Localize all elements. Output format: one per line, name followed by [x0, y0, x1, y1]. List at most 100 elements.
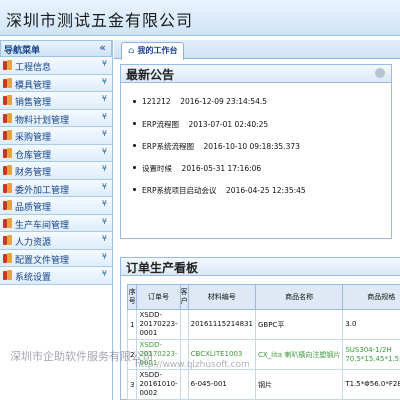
- sidebar-item[interactable]: 物料计划管理 ¥: [0, 109, 112, 127]
- notice-item[interactable]: 设置时候 2016-05-31 17:16:06: [133, 163, 261, 174]
- tab-bar: ⌂ 我的工作台: [114, 40, 400, 60]
- chevron-down-icon: ¥: [101, 129, 107, 138]
- app-window: 深圳市测试五金有限公司 导航菜单 « 工程信息 ¥ 模具管理 ¥ 销售管理 ¥ 物料计划管理…: [0, 0, 400, 400]
- notice-time: 2016-04-25 12:35:45: [226, 186, 306, 195]
- cell-customer: [179, 309, 189, 340]
- cell-no: 3: [126, 369, 138, 400]
- book-icon: [3, 252, 13, 263]
- chevron-down-icon: ¥: [101, 234, 107, 243]
- sidebar-item[interactable]: 委外加工管理 ¥: [0, 179, 112, 197]
- column-header[interactable]: 材料编号: [187, 284, 256, 310]
- collapse-sidebar-icon[interactable]: «: [99, 41, 106, 54]
- chevron-down-icon: ¥: [101, 111, 107, 121]
- orders-panel-title: 订单生产看板: [126, 261, 199, 275]
- book-icon: [3, 147, 13, 158]
- cell-spec: 3.0: [342, 309, 400, 340]
- sidebar-item-label: 采购管理: [15, 133, 52, 143]
- sidebar-item-label: 委外加工管理: [15, 185, 70, 196]
- notices-panel-title: 最新公告: [126, 68, 175, 82]
- notice-item[interactable]: 121212 2016-12-09 23:14:54.5: [133, 97, 267, 106]
- company-name: 深圳市测试五金有限公司: [6, 11, 194, 30]
- sidebar-menu: 工程信息 ¥ 模具管理 ¥ 销售管理 ¥ 物料计划管理 ¥ 采购管理 ¥ 仓库管理 ¥ 财务管理 ¥ 委外加…: [0, 57, 112, 285]
- app-header: 深圳市测试五金有限公司: [0, 0, 400, 36]
- sidebar-item[interactable]: 配置文件管理 ¥: [0, 249, 112, 267]
- table-row[interactable]: 3 XSDD-20161010-0002 6-045-001 钢片 T1.5*Φ56.0…: [126, 369, 400, 400]
- column-header[interactable]: 客户: [179, 284, 189, 310]
- column-header[interactable]: 序号: [126, 284, 138, 310]
- refresh-icon[interactable]: [375, 68, 385, 78]
- sidebar-item[interactable]: 财务管理 ¥: [0, 162, 112, 180]
- chevron-down-icon: ¥: [101, 251, 107, 261]
- notice-title: ERP系统流程图: [142, 142, 194, 151]
- tab-my-workbench[interactable]: ⌂ 我的工作台: [121, 42, 185, 60]
- column-header[interactable]: 商品规格: [342, 284, 400, 310]
- sidebar-header: 导航菜单 «: [0, 40, 112, 57]
- cell-order[interactable]: XSDD-20161010-0002: [136, 369, 181, 400]
- sidebar-item-label: 配置文件管理: [15, 255, 70, 266]
- sidebar-item-label: 仓库管理: [15, 150, 52, 161]
- cell-order[interactable]: XSDD-20170223-0001: [136, 309, 181, 340]
- sidebar-item[interactable]: 系统设置 ¥: [0, 267, 112, 285]
- table-row[interactable]: 1 XSDD-20170223-0001 20161115214831 GBPC平 3.…: [126, 309, 400, 340]
- cell-no: 1: [126, 309, 138, 340]
- sidebar-item[interactable]: 工程信息 ¥: [0, 57, 112, 75]
- sidebar-item-label: 工程信息: [15, 63, 52, 73]
- chevron-down-icon: ¥: [101, 216, 107, 226]
- notice-title: 设置时候: [142, 164, 172, 173]
- notice-item[interactable]: ERP流程图 2013-07-01 02:40:25: [133, 119, 269, 130]
- cell-name: 钢片: [254, 369, 344, 400]
- sidebar-item-label: 销售管理: [15, 98, 52, 108]
- book-icon: [3, 165, 13, 175]
- cell-name: GBPC平: [254, 309, 344, 340]
- bullet-icon: [133, 100, 136, 103]
- book-icon: [3, 182, 13, 193]
- notice-item[interactable]: ERP系统项目启动会议 2016-04-25 12:35:45: [133, 185, 306, 196]
- sidebar-item-label: 系统设置: [15, 273, 52, 283]
- notices-panel-header: 最新公告: [121, 65, 391, 83]
- sidebar-item-label: 人力资源: [15, 238, 52, 248]
- sidebar-item[interactable]: 仓库管理 ¥: [0, 144, 112, 162]
- notice-time: 2016-10-10 09:18:35.373: [203, 142, 300, 151]
- bullet-icon: [133, 144, 136, 147]
- home-icon: ⌂: [128, 46, 135, 56]
- sidebar-item-label: 品质管理: [15, 203, 52, 213]
- chevron-down-icon: ¥: [101, 94, 107, 103]
- book-icon: [3, 60, 13, 70]
- column-header[interactable]: 商品名称: [254, 284, 344, 310]
- sidebar-item[interactable]: 品质管理 ¥: [0, 197, 112, 215]
- notice-item[interactable]: ERP系统流程图 2016-10-10 09:18:35.373: [133, 141, 300, 152]
- watermark-url: http://www.qizhusoft.com: [135, 360, 250, 370]
- chevron-down-icon: ¥: [101, 146, 107, 156]
- sidebar-item-label: 物料计划管理: [15, 115, 70, 126]
- book-icon: [3, 235, 13, 245]
- notice-title: ERP系统项目启动会议: [142, 186, 217, 195]
- book-icon: [3, 112, 13, 123]
- sidebar-item[interactable]: 人力资源 ¥: [0, 232, 112, 250]
- chevron-down-icon: ¥: [101, 164, 107, 173]
- sidebar-item[interactable]: 采购管理 ¥: [0, 127, 112, 145]
- sidebar-item[interactable]: 生产车间管理 ¥: [0, 214, 112, 232]
- notice-time: 2013-07-01 02:40:25: [188, 120, 269, 129]
- column-header[interactable]: 订单号: [136, 284, 181, 310]
- table-header-row: 序号 订单号 客户 材料编号 商品名称 商品规格: [126, 284, 400, 310]
- sidebar-title: 导航菜单: [4, 46, 41, 56]
- chevron-down-icon: ¥: [101, 199, 107, 208]
- sidebar-item[interactable]: 销售管理 ¥: [0, 92, 112, 110]
- orders-panel-header: 订单生产看板: [121, 258, 400, 276]
- sidebar: 导航菜单 « 工程信息 ¥ 模具管理 ¥ 销售管理 ¥ 物料计划管理 ¥ 采购管理 ¥ 仓库管理 ¥ 财…: [0, 40, 113, 400]
- book-icon: [3, 77, 13, 88]
- chevron-down-icon: ¥: [101, 76, 107, 86]
- book-icon: [3, 130, 13, 140]
- tab-label: 我的工作台: [137, 46, 178, 55]
- bullet-icon: [133, 166, 136, 169]
- book-icon: [3, 200, 13, 210]
- book-icon: [3, 217, 13, 228]
- cell-spec: T1.5*Φ56.0*F28.0: [342, 369, 400, 400]
- sidebar-item[interactable]: 模具管理 ¥: [0, 74, 112, 92]
- orders-table: 序号 订单号 客户 材料编号 商品名称 商品规格 1 XSDD-20170223-…: [126, 284, 400, 400]
- chevron-down-icon: ¥: [101, 59, 107, 68]
- cell-material: 6-045-001: [187, 369, 256, 400]
- sidebar-item-label: 财务管理: [15, 168, 52, 178]
- sidebar-item-label: 生产车间管理: [15, 220, 70, 231]
- chevron-down-icon: ¥: [101, 269, 107, 278]
